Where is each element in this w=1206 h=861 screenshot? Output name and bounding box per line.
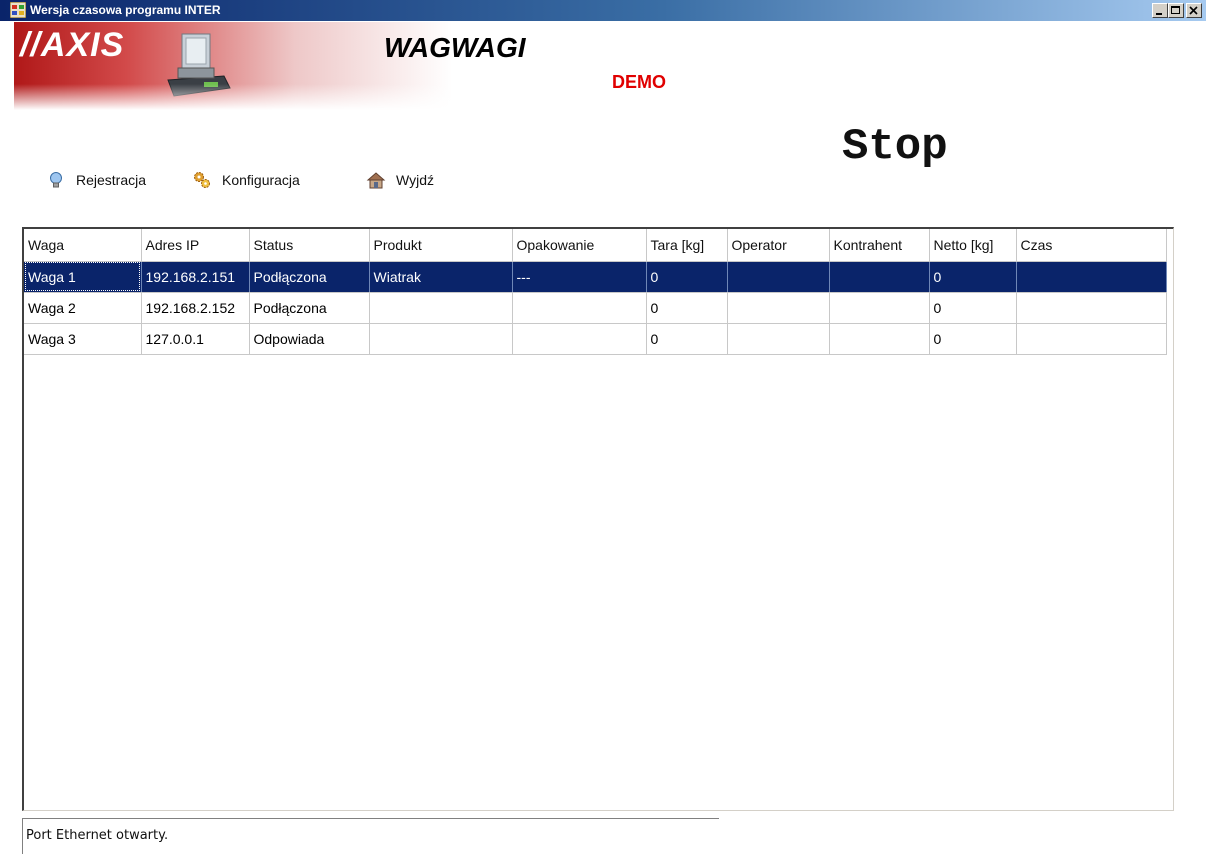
table-cell[interactable] xyxy=(1016,292,1167,324)
maximize-button[interactable] xyxy=(1168,3,1184,18)
column-header-opakowanie[interactable]: Opakowanie xyxy=(512,229,647,262)
scales-grid[interactable]: Waga Adres IP Status Produkt Opakowanie … xyxy=(22,227,1174,811)
table-cell[interactable] xyxy=(1016,261,1167,293)
table-cell[interactable]: 0 xyxy=(646,323,728,355)
table-cell[interactable]: Odpowiada xyxy=(249,323,370,355)
table-cell[interactable]: --- xyxy=(512,261,647,293)
toolbar-wyjdz[interactable]: Wyjdź xyxy=(366,168,434,192)
table-cell[interactable]: 0 xyxy=(929,292,1017,324)
maximize-icon xyxy=(1171,6,1180,14)
table-cell[interactable]: 0 xyxy=(646,261,728,293)
minimize-icon xyxy=(1156,13,1162,15)
table-cell[interactable]: 0 xyxy=(929,261,1017,293)
table-cell[interactable] xyxy=(829,261,930,293)
column-header-kontrahent[interactable]: Kontrahent xyxy=(829,229,930,262)
column-header-netto[interactable]: Netto [kg] xyxy=(929,229,1017,262)
column-header-czas[interactable]: Czas xyxy=(1016,229,1167,262)
table-cell[interactable]: Podłączona xyxy=(249,261,370,293)
close-icon xyxy=(1189,6,1198,15)
window-title: Wersja czasowa programu INTER xyxy=(30,3,221,17)
scales-table: Waga Adres IP Status Produkt Opakowanie … xyxy=(24,229,1167,355)
toolbar-rejestracja[interactable]: Rejestracja xyxy=(46,168,146,192)
wagwagi-logo: WAGWAGI xyxy=(384,32,526,63)
table-cell[interactable] xyxy=(829,323,930,355)
gears-icon xyxy=(194,172,210,188)
table-cell[interactable]: Wiatrak xyxy=(369,261,513,293)
table-cell[interactable] xyxy=(829,292,930,324)
column-header-tara[interactable]: Tara [kg] xyxy=(646,229,728,262)
toolbar-label: Wyjdź xyxy=(396,172,434,188)
table-cell[interactable]: Podłączona xyxy=(249,292,370,324)
table-cell[interactable]: 0 xyxy=(646,292,728,324)
lightbulb-icon xyxy=(50,172,62,188)
table-cell[interactable]: 192.168.2.151 xyxy=(141,261,250,293)
table-cell[interactable] xyxy=(512,292,647,324)
column-header-operator[interactable]: Operator xyxy=(727,229,830,262)
table-cell[interactable] xyxy=(727,292,830,324)
table-row[interactable]: Waga 2 192.168.2.152 Podłączona 0 0 xyxy=(24,292,1167,324)
demo-label: DEMO xyxy=(612,72,666,92)
toolbar-konfiguracja[interactable]: Konfiguracja xyxy=(192,168,300,192)
column-header-produkt[interactable]: Produkt xyxy=(369,229,513,262)
table-cell[interactable] xyxy=(512,323,647,355)
table-row[interactable]: Waga 1 192.168.2.151 Podłączona Wiatrak … xyxy=(24,261,1167,293)
title-bar: Wersja czasowa programu INTER xyxy=(0,0,1206,21)
axis-logo: //AXIS xyxy=(20,26,125,64)
table-cell[interactable] xyxy=(727,261,830,293)
toolbar-label: Konfiguracja xyxy=(222,172,300,188)
status-text: Port Ethernet otwarty. xyxy=(26,828,169,843)
table-cell[interactable]: 0 xyxy=(929,323,1017,355)
table-cell[interactable]: 192.168.2.152 xyxy=(141,292,250,324)
table-row[interactable]: Waga 3 127.0.0.1 Odpowiada 0 0 xyxy=(24,323,1167,355)
banner-fade xyxy=(14,84,576,110)
table-cell[interactable]: 127.0.0.1 xyxy=(141,323,250,355)
table-cell[interactable] xyxy=(1016,323,1167,355)
column-header-adres-ip[interactable]: Adres IP xyxy=(141,229,250,262)
minimize-button[interactable] xyxy=(1152,3,1168,18)
table-cell[interactable] xyxy=(369,292,513,324)
status-bar: Port Ethernet otwarty. xyxy=(22,818,719,854)
table-header-row: Waga Adres IP Status Produkt Opakowanie … xyxy=(24,229,1167,262)
close-button[interactable] xyxy=(1186,3,1202,18)
table-cell[interactable] xyxy=(727,323,830,355)
table-cell[interactable]: Waga 2 xyxy=(24,292,142,324)
column-header-waga[interactable]: Waga xyxy=(24,229,142,262)
header-banner: //AXIS WAGWAGI xyxy=(14,22,576,110)
table-cell[interactable]: Waga 1 xyxy=(24,261,142,293)
table-cell[interactable]: Waga 3 xyxy=(24,323,142,355)
state-label: Stop xyxy=(842,122,948,172)
app-icon[interactable] xyxy=(10,2,26,18)
toolbar-label: Rejestracja xyxy=(76,172,147,188)
house-icon xyxy=(366,172,386,189)
table-cell[interactable] xyxy=(369,323,513,355)
column-header-status[interactable]: Status xyxy=(249,229,370,262)
